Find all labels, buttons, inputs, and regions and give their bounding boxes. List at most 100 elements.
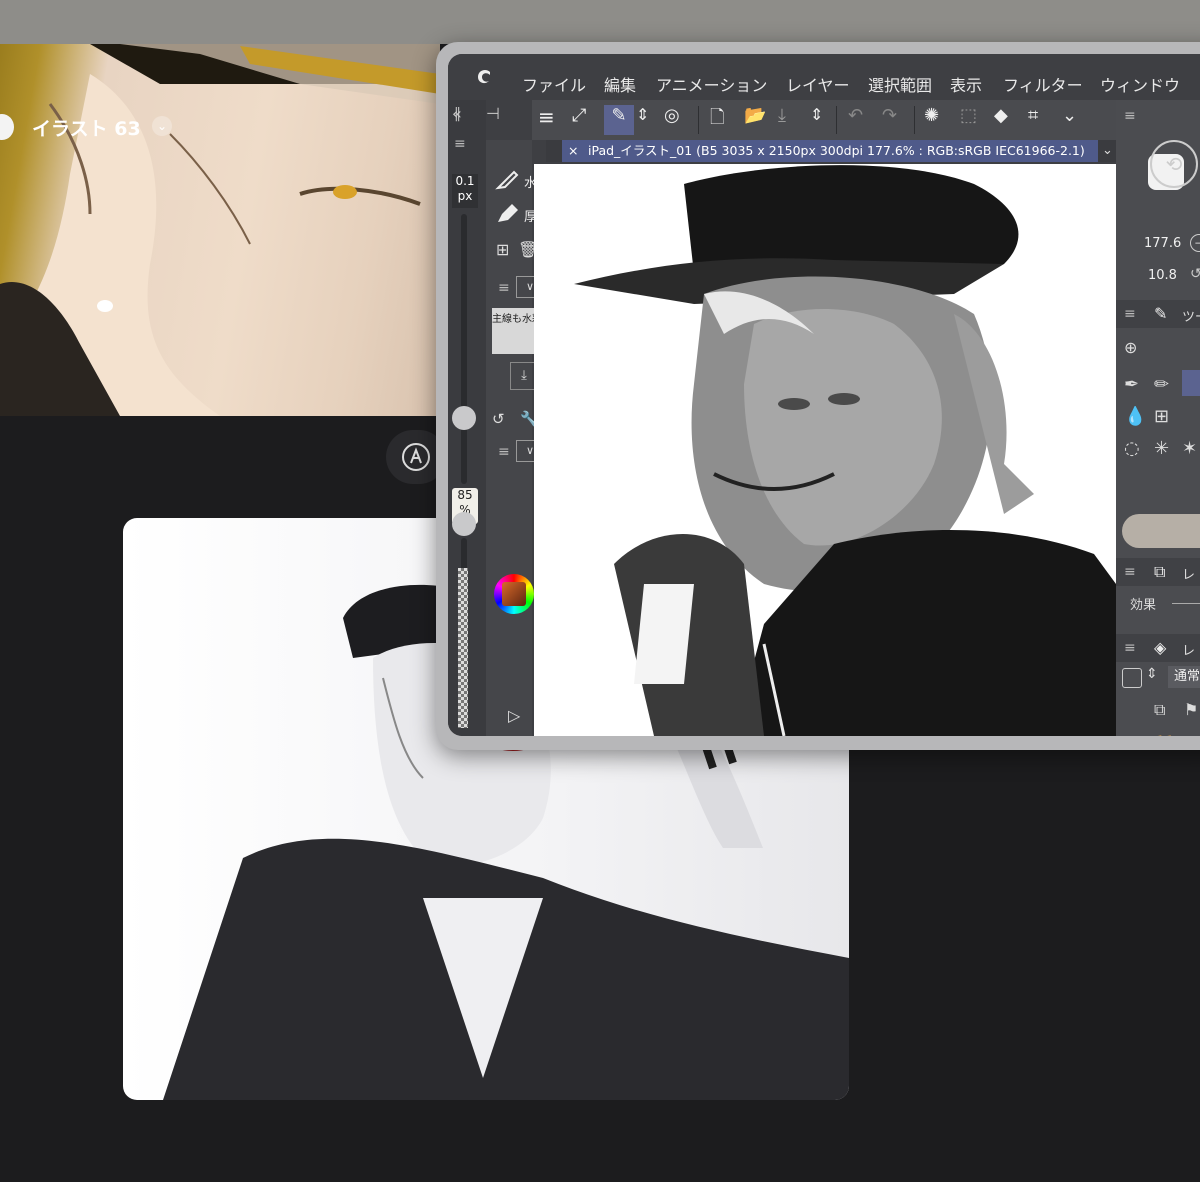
menu-hamburger-icon[interactable]: ≡	[538, 105, 568, 135]
new-folder-icon[interactable]: 📁	[1154, 732, 1174, 736]
new-layer-icon[interactable]: ⊕	[1124, 732, 1137, 736]
menu-edit[interactable]: 編集	[604, 72, 636, 96]
effect-icon[interactable]: ✶	[1182, 438, 1197, 459]
brush-size-slider[interactable]	[461, 214, 467, 484]
layer-panel-header: ≡ ◈ レ	[1116, 634, 1200, 662]
rotate-left-icon[interactable]: ↺	[1190, 266, 1200, 282]
menu-window[interactable]: ウィンドウ	[1100, 72, 1180, 96]
document-tab-title: iPad_イラスト_01 (B5 3035 x 2150px 300dpi 17…	[588, 143, 1085, 158]
lasso-icon[interactable]: ◌	[1124, 438, 1140, 459]
pencil-icon	[402, 443, 430, 471]
effect-label: 効果	[1130, 598, 1157, 613]
download-tool-icon[interactable]: ⊕	[1124, 338, 1137, 357]
menu-animation[interactable]: アニメーション	[656, 72, 767, 96]
opacity-checker	[458, 568, 468, 728]
water-drop-icon[interactable]: 💧	[1124, 406, 1146, 427]
toolbar-divider	[836, 106, 837, 134]
pencil-tool-icon[interactable]: ✏	[1154, 374, 1169, 395]
artwork-preview-image	[0, 44, 440, 416]
brush-size-indicator[interactable]: 0.1 px	[452, 174, 478, 208]
layer-option-icon[interactable]: ⊞	[1184, 732, 1197, 736]
selection-icon[interactable]: ⬚	[960, 105, 990, 135]
brush-size-unit: px	[457, 189, 473, 203]
save-icon[interactable]: ⤓	[778, 105, 808, 135]
pen-icon: ✎	[1154, 304, 1168, 323]
effect-panel-header: ≡ ⧉ レ	[1116, 558, 1200, 586]
new-document-icon[interactable]: 🗋	[710, 105, 740, 135]
opacity-value: 85	[457, 488, 473, 502]
close-icon[interactable]: ×	[568, 140, 578, 162]
fit-screen-icon[interactable]: ⤢	[572, 105, 602, 135]
sub-tool-thick-paint[interactable]: 厚	[492, 200, 540, 228]
hamburger-icon[interactable]: ≡	[498, 280, 510, 296]
collapse-panel-icon[interactable]: «	[452, 104, 462, 123]
sub-tool-watercolor[interactable]: 水	[492, 166, 540, 194]
stepper-icon[interactable]: ⇕	[636, 105, 666, 135]
chevron-down-icon[interactable]: ⌄	[1062, 105, 1092, 135]
drawing-canvas[interactable]	[534, 164, 1116, 736]
transform-icon[interactable]: ⌗	[1028, 105, 1058, 135]
hamburger-icon[interactable]: ≡	[498, 444, 510, 460]
pen-tool-icon[interactable]: ✒	[1124, 374, 1139, 395]
chevron-down-icon[interactable]: ⌄	[1102, 140, 1113, 162]
top-strip	[0, 0, 1200, 44]
magic-wand-icon[interactable]: ✳	[1154, 438, 1169, 459]
layer-panel-label: レ	[1182, 644, 1196, 659]
clip-studio-content: ファイル 編集 アニメーション レイヤー 選択範囲 表示 フィルター ウィンドウ…	[448, 54, 1200, 736]
clip-studio-window[interactable]: ファイル 編集 アニメーション レイヤー 選択範囲 表示 フィルター ウィンドウ…	[436, 42, 1200, 750]
menu-filter[interactable]: フィルター	[1003, 72, 1083, 96]
hamburger-icon[interactable]: ≡	[1124, 640, 1136, 656]
command-bar: « ⊣ ≡ ⤢ ✎ ⇕ ◎ 🗋 📂 ⤓ ⇕ ↶ ↷ ✺ ⬚ ◆ ⌗ ⌄	[452, 100, 1200, 140]
clip-studio-logo-icon[interactable]	[474, 66, 496, 88]
blend-mode-select[interactable]: 通常	[1168, 666, 1200, 688]
effect-divider	[1172, 603, 1200, 604]
tool-panel-header: ≡ ✎ ツー	[1116, 300, 1200, 328]
spiral-icon[interactable]: ◎	[664, 105, 694, 135]
layer-property-icon: ⧉	[1154, 562, 1166, 581]
play-icon[interactable]: ▷	[508, 706, 520, 725]
layer-color-square[interactable]	[1122, 668, 1142, 688]
hamburger-icon[interactable]: ≡	[1124, 306, 1136, 322]
menu-bar: ファイル 編集 アニメーション レイヤー 選択範囲 表示 フィルター ウィンドウ	[448, 54, 1200, 100]
menu-view[interactable]: 表示	[950, 72, 982, 96]
hamburger-icon[interactable]: ≡	[454, 136, 466, 152]
color-wheel-icon[interactable]	[494, 574, 534, 614]
navigator-zoom-value[interactable]: 177.6	[1144, 236, 1181, 251]
layers-icon: ◈	[1154, 638, 1167, 657]
new-sub-tool-icon[interactable]: ⊞	[496, 240, 509, 259]
loading-icon[interactable]: ✺	[924, 105, 954, 135]
artwork-thumbnail[interactable]: イラスト 63 ⌄	[0, 44, 440, 416]
document-tab[interactable]: × iPad_イラスト_01 (B5 3035 x 2150px 300dpi …	[562, 140, 1098, 162]
left-dock: ‖ ≡ 0.1 px 85 %	[448, 100, 486, 736]
brush-tool-selected[interactable]	[1182, 370, 1200, 396]
opacity-knob[interactable]	[452, 512, 476, 536]
grid-icon[interactable]: ⊞	[1154, 406, 1169, 427]
menu-file[interactable]: ファイル	[522, 72, 586, 96]
document-tab-bar: × iPad_イラスト_01 (B5 3035 x 2150px 300dpi …	[546, 140, 1200, 162]
menu-selection[interactable]: 選択範囲	[868, 72, 932, 96]
zoom-out-icon[interactable]: −	[1190, 234, 1200, 252]
hamburger-icon[interactable]: ≡	[1124, 564, 1136, 580]
fill-icon[interactable]: ◆	[994, 105, 1024, 135]
artwork-title[interactable]: イラスト 63	[32, 114, 141, 141]
clear-layer-icon[interactable]: ✎	[604, 105, 634, 135]
rotate-view-icon[interactable]: ⟲	[1150, 140, 1198, 188]
color-slider-pill[interactable]	[1122, 514, 1200, 548]
menu-layer[interactable]: レイヤー	[786, 72, 850, 96]
tool-panel-label: ツー	[1182, 310, 1200, 325]
reference-layer-icon[interactable]: ⚑	[1184, 700, 1198, 719]
chevron-down-icon[interactable]: ⌄	[152, 116, 172, 136]
redo-icon[interactable]: ↷	[882, 105, 912, 135]
restore-icon[interactable]: ↺	[492, 410, 505, 428]
clip-layer-icon[interactable]: ⧉	[1154, 700, 1165, 720]
blend-mode-value: 通常	[1174, 669, 1200, 684]
hamburger-icon[interactable]: ≡	[1124, 108, 1136, 124]
brush-size-knob[interactable]	[452, 406, 476, 430]
navigator-rotate-value[interactable]: 10.8	[1148, 268, 1177, 283]
toolbar-divider	[914, 106, 915, 134]
undo-icon[interactable]: ↶	[848, 105, 878, 135]
dock-icon[interactable]: ⊣	[486, 104, 500, 123]
stepper-icon[interactable]: ⇕	[1146, 666, 1158, 682]
open-folder-icon[interactable]: 📂	[744, 105, 774, 135]
toolbar-divider	[698, 106, 699, 134]
